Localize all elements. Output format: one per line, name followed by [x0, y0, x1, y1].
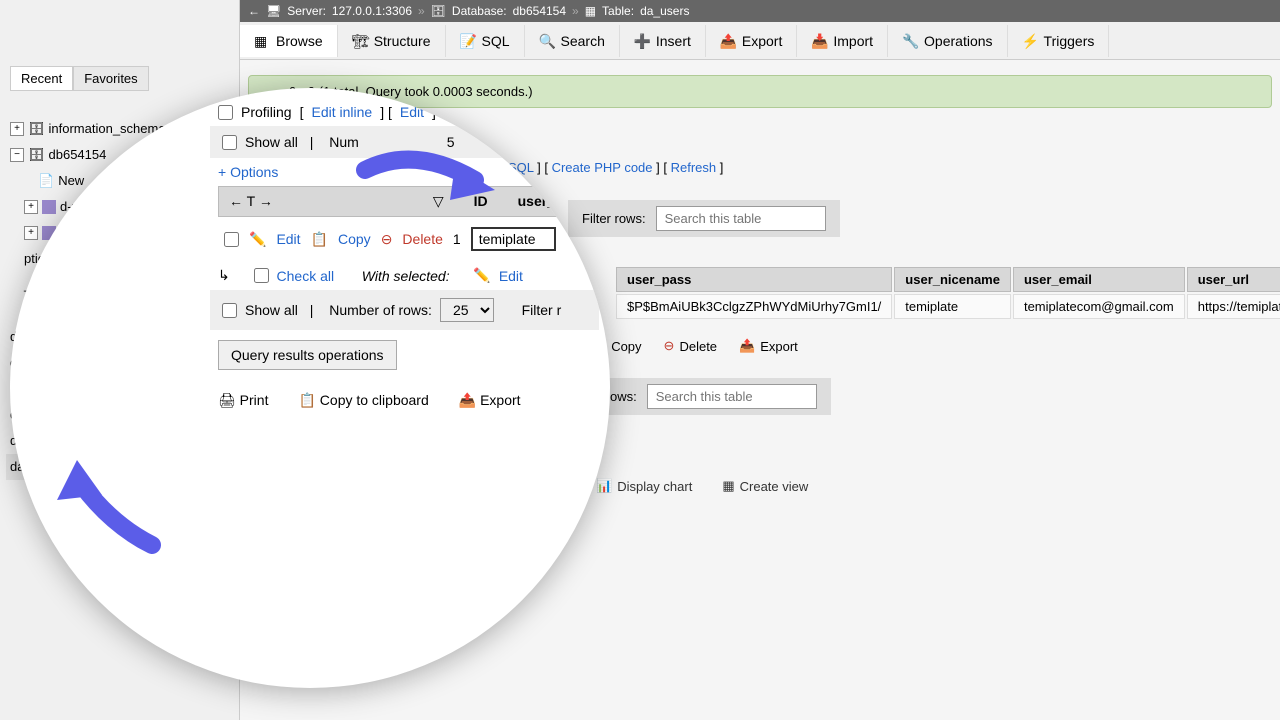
filter-input[interactable] — [656, 206, 826, 231]
with-selected-label: With selected: — [362, 268, 450, 284]
filter-input-2[interactable] — [647, 384, 817, 409]
th-userpass[interactable]: user_pass — [616, 267, 892, 292]
tab-recent[interactable]: Recent — [10, 66, 73, 91]
th-userlogin[interactable]: user_login — [518, 193, 589, 210]
cell-url: https://temiplate — [1187, 294, 1280, 319]
display-chart-link[interactable]: 📊Display chart — [596, 478, 692, 494]
tab-favorites[interactable]: Favorites — [73, 66, 148, 91]
server-icon: 🖥 — [266, 4, 281, 18]
server-value[interactable]: 127.0.0.1:3306 — [332, 4, 412, 18]
data-table: user_pass user_nicename user_email user_… — [614, 265, 1280, 321]
zoom-arrow-top — [355, 140, 505, 220]
cell-nicename: temiplate — [894, 294, 1011, 319]
tab-sql[interactable]: 📝SQL — [446, 25, 525, 57]
options-link[interactable]: + Options — [218, 164, 278, 180]
export-action[interactable]: 📤Export — [739, 338, 798, 354]
export-icon: 📤 — [720, 33, 736, 49]
create-view-link[interactable]: ▦Create view — [722, 478, 808, 494]
delete-row[interactable]: Delete — [402, 231, 442, 247]
edit-row[interactable]: Edit — [276, 231, 300, 247]
th-nicename[interactable]: user_nicename — [894, 267, 1011, 292]
tab-browse[interactable]: ▦Browse — [240, 25, 338, 57]
export-link[interactable]: 📤 Export — [459, 392, 521, 409]
edit-icon: ✏️ — [473, 267, 490, 284]
copy-clip-link[interactable]: 📋 Copy to clipboard — [298, 392, 428, 409]
userlogin-edit-input[interactable] — [471, 227, 556, 251]
filter-bar-2: ows: — [596, 378, 831, 415]
checkall-arrow-icon: ↳ — [218, 267, 230, 284]
table-row[interactable]: $P$BmAiUBk3CclgzZPhWYdMiUrhy7GmI1/ temip… — [616, 294, 1280, 319]
delete-action[interactable]: ⊖Delete — [664, 338, 717, 354]
copy-icon: 📋 — [311, 231, 328, 248]
batch-edit[interactable]: Edit — [499, 268, 523, 284]
row-checkbox[interactable] — [224, 232, 239, 247]
edit-link[interactable]: Edit — [400, 104, 424, 120]
zoom-arrow-bottom — [42, 455, 172, 555]
table-label: Table: — [602, 4, 634, 18]
tab-triggers[interactable]: ⚡Triggers — [1008, 25, 1110, 57]
delete-icon: ⊖ — [381, 231, 393, 248]
triggers-icon: ⚡ — [1022, 33, 1038, 49]
refresh-link[interactable]: Refresh — [671, 160, 717, 175]
checkall-checkbox[interactable] — [254, 268, 269, 283]
ows-label: ows: — [610, 389, 637, 404]
showall-label2: Show all — [245, 302, 298, 318]
sql-icon: 📝 — [460, 33, 476, 49]
filter-r-label: Filter r — [522, 302, 562, 318]
export-icon: 📤 — [459, 392, 476, 408]
showall-label: Show all — [245, 134, 298, 150]
database-value[interactable]: db654154 — [513, 4, 566, 18]
server-label: Server: — [287, 4, 326, 18]
profiling-checkbox[interactable] — [218, 105, 233, 120]
zoom-lens: Profiling [ Edit inline ] [ Edit ] Show … — [10, 88, 610, 688]
operations-icon: 🔧 — [902, 33, 918, 49]
profiling-label: Profiling — [241, 104, 292, 120]
tab-search[interactable]: 🔍Search — [525, 25, 620, 57]
export-icon: 📤 — [739, 338, 755, 354]
tab-export[interactable]: 📤Export — [706, 25, 797, 57]
tab-operations[interactable]: 🔧Operations — [888, 25, 1007, 57]
sort-arrows[interactable]: ← T → — [229, 193, 273, 210]
numrows-select[interactable]: 25 — [440, 298, 494, 322]
checkall-link[interactable]: Check all — [277, 268, 335, 284]
tab-structure[interactable]: 🏗Structure — [338, 25, 446, 57]
collapse-icon[interactable]: ← — [248, 4, 260, 18]
tab-insert[interactable]: ➕Insert — [620, 25, 706, 57]
copy-row[interactable]: Copy — [338, 231, 371, 247]
clipboard-icon: 📋 — [298, 392, 315, 408]
import-icon: 📥 — [811, 33, 827, 49]
cell-email: temiplatecom@gmail.com — [1013, 294, 1185, 319]
chart-icon: 📊 — [596, 478, 612, 494]
breadcrumb: ← 🖥 Server: 127.0.0.1:3306 » 🗄 Database:… — [240, 0, 1280, 22]
row-id: 1 — [453, 231, 461, 247]
delete-icon: ⊖ — [664, 338, 675, 354]
table-icon: ▦ — [585, 4, 596, 18]
filter-bar: Filter rows: — [568, 200, 840, 237]
showall-checkbox[interactable] — [222, 135, 237, 150]
search-icon: 🔍 — [539, 33, 555, 49]
database-label: Database: — [452, 4, 507, 18]
query-ops-header: Query results operations — [218, 340, 397, 370]
th-url[interactable]: user_url — [1187, 267, 1280, 292]
tab-import[interactable]: 📥Import — [797, 25, 888, 57]
th-email[interactable]: user_email — [1013, 267, 1185, 292]
view-icon: ▦ — [722, 478, 734, 494]
edit-icon: ✏️ — [249, 231, 266, 248]
browse-icon: ▦ — [254, 33, 270, 49]
structure-icon: 🏗 — [352, 33, 368, 49]
print-link[interactable]: 🖨 Print — [218, 392, 268, 409]
cell-userpass: $P$BmAiUBk3CclgzZPhWYdMiUrhy7GmI1/ — [616, 294, 892, 319]
edit-inline-link[interactable]: Edit inline — [311, 104, 372, 120]
view-links: 📊Display chart ▦Create view — [596, 478, 808, 494]
numrows-label2: Number of rows: — [329, 302, 432, 318]
database-icon: 🗄 — [431, 4, 446, 18]
row-actions: 📋Copy ⊖Delete 📤Export — [590, 338, 798, 354]
table-value[interactable]: da_users — [640, 4, 689, 18]
showall-checkbox2[interactable] — [222, 303, 237, 318]
print-icon: 🖨 — [218, 392, 236, 408]
insert-icon: ➕ — [634, 33, 650, 49]
tabstrip: ▦Browse 🏗Structure 📝SQL 🔍Search ➕Insert … — [240, 22, 1280, 60]
